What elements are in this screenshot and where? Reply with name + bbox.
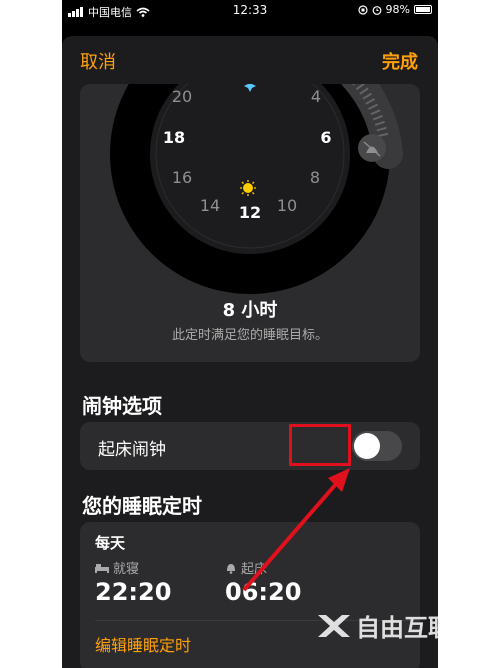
- hour-label-8: 8: [310, 168, 320, 187]
- bedtime-value: 22:20: [95, 578, 172, 606]
- edit-sleep-schedule-button[interactable]: 编辑睡眠定时: [95, 632, 191, 656]
- phone-screen: 中国电信 12:33 98% 取消 完成 20 4 18 6 16 8 14 1…: [62, 0, 438, 668]
- wake-alarm-toggle[interactable]: [352, 431, 402, 461]
- wake-caption: 起床: [225, 558, 267, 577]
- hour-label-4: 4: [311, 87, 321, 106]
- watermark-text: 自由互联: [356, 614, 452, 642]
- hour-label-14: 14: [200, 196, 220, 215]
- wake-time-value: 06:20: [225, 578, 302, 606]
- orientation-lock-icon: [357, 4, 368, 15]
- toggle-highlight-box: [289, 424, 351, 466]
- wake-alarm-label: 起床闹钟: [98, 440, 166, 460]
- wake-alarm-row: 起床闹钟: [80, 422, 420, 470]
- sun-icon: [243, 183, 253, 193]
- status-right: 98%: [357, 3, 432, 16]
- toggle-knob: [354, 433, 380, 459]
- hour-label-16: 16: [172, 168, 192, 187]
- watermark-logo-icon: [318, 614, 350, 637]
- hour-label-6: 6: [320, 128, 331, 147]
- sleep-goal-note: 此定时满足您的睡眠目标。: [171, 328, 328, 343]
- sleep-schedule-sheet: 取消 完成 20 4 18 6 16 8 14 12 10 8 小时 此定时满足…: [62, 36, 438, 668]
- sleep-schedule-title: 您的睡眠定时: [82, 494, 202, 518]
- battery-icon: [414, 5, 432, 14]
- bedtime-label: 就寝: [113, 562, 140, 577]
- hour-label-10: 10: [277, 196, 297, 215]
- bell-icon: [227, 563, 235, 574]
- repeat-label: 每天: [95, 534, 126, 552]
- hour-label-12: 12: [239, 203, 261, 222]
- battery-percent: 98%: [385, 3, 410, 16]
- wake-label: 起床: [241, 562, 268, 577]
- done-button[interactable]: 完成: [382, 48, 418, 74]
- alarm-status-icon: [372, 5, 381, 15]
- cancel-button[interactable]: 取消: [80, 48, 116, 74]
- watermark: 自由互联: [316, 608, 452, 643]
- status-bar: 中国电信 12:33 98%: [62, 0, 438, 20]
- bedtime-caption: 就寝: [95, 558, 139, 577]
- sleep-schedule-card: 每天 就寝 22:20 起床 06:20 编辑睡眠定时: [80, 522, 420, 668]
- alarm-options-title: 闹钟选项: [82, 394, 162, 418]
- hour-label-20: 20: [172, 87, 192, 106]
- sleep-duration: 8 小时: [222, 300, 278, 321]
- sheet-header: 取消 完成: [62, 36, 438, 84]
- sleep-clock-card: 20 4 18 6 16 8 14 12 10 8 小时 此定时满足您的睡眠目标…: [80, 84, 420, 362]
- hour-label-18: 18: [163, 128, 185, 147]
- bed-icon: [95, 563, 109, 573]
